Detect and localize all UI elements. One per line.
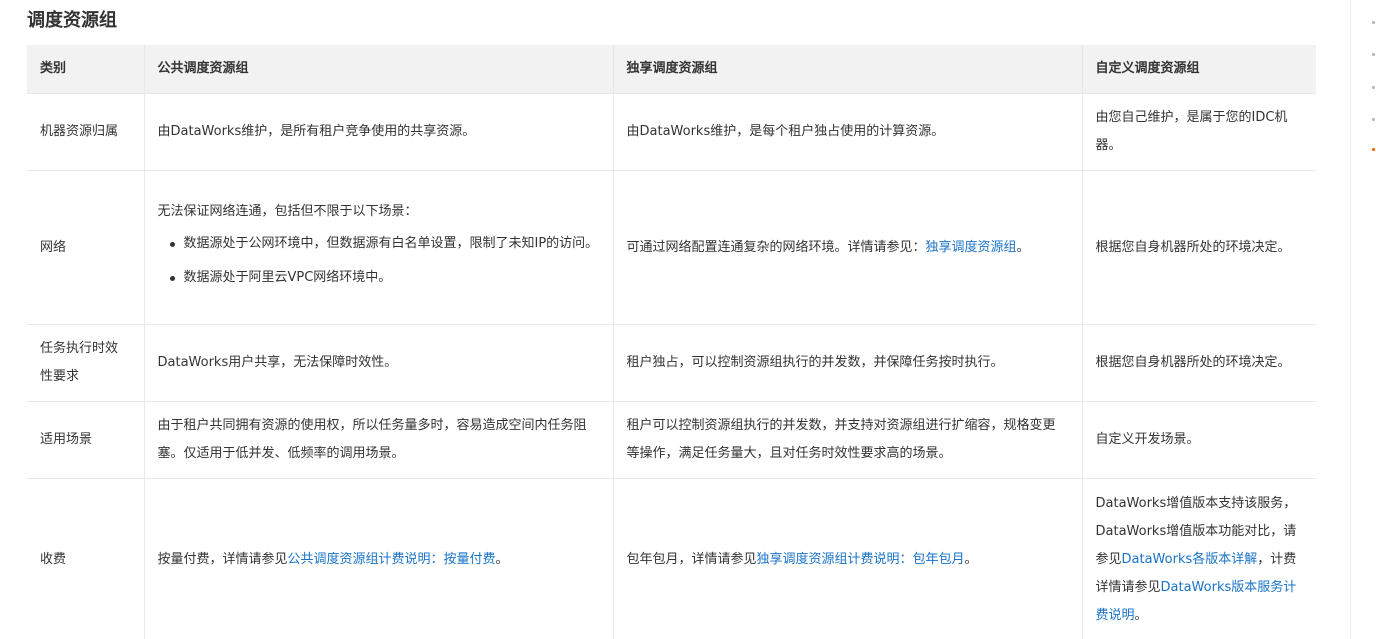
comparison-table: 类别 公共调度资源组 独享调度资源组 自定义调度资源组 机器资源归属 由Data… (27, 45, 1316, 639)
toc-rail (1350, 0, 1376, 639)
cell-custom: 根据您自身机器所处的环境决定。 (1082, 170, 1316, 325)
list-item: 数据源处于公网环境中，但数据源有白名单设置，限制了未知IP的访问。 (169, 230, 599, 258)
page: 调度资源组 类别 公共调度资源组 独享调度资源组 自定义调度资源组 机器资源归属… (0, 0, 1376, 639)
cell-category: 适用场景 (27, 401, 145, 479)
section-title: 调度资源组 (27, 10, 117, 31)
table-row: 任务执行时效性要求 DataWorks用户共享，无法保障时效性。 租户独占，可以… (27, 324, 1316, 402)
cell-text: 可通过网络配置连通复杂的网络环境。详情请参见： (626, 239, 926, 255)
cell-public: DataWorks用户共享，无法保障时效性。 (144, 324, 614, 402)
cell-text: 。 (495, 552, 509, 567)
header-custom: 自定义调度资源组 (1082, 45, 1316, 94)
cell-exclusive: 包年包月，详情请参见独享调度资源组计费说明：包年包月。 (613, 478, 1083, 639)
cell-text: 按量付费，详情请参见 (157, 552, 288, 567)
network-intro: 无法保证网络连通，包括但不限于以下场景： (157, 203, 418, 219)
cell-category: 网络 (27, 170, 145, 325)
cell-text: 包年包月，详情请参见 (626, 552, 757, 567)
cell-public: 按量付费，详情请参见公共调度资源组计费说明：按量付费。 (144, 478, 614, 639)
cell-custom: 根据您自身机器所处的环境决定。 (1082, 324, 1316, 402)
cell-category: 任务执行时效性要求 (27, 324, 145, 402)
toc-marker[interactable] (1372, 53, 1375, 56)
header-category: 类别 (27, 45, 145, 94)
cell-custom: 由您自己维护，是属于您的IDC机器。 (1082, 93, 1316, 171)
toc-marker[interactable] (1372, 118, 1375, 121)
toc-marker[interactable] (1372, 21, 1375, 24)
table-header-row: 类别 公共调度资源组 独享调度资源组 自定义调度资源组 (27, 45, 1316, 94)
cell-public: 由DataWorks维护，是所有租户竞争使用的共享资源。 (144, 93, 614, 171)
cell-text: 。 (1134, 608, 1148, 623)
cell-public: 由于租户共同拥有资源的使用权，所以任务量多时，容易造成空间内任务阻塞。仅适用于低… (144, 401, 614, 479)
network-bullet-list: 数据源处于公网环境中，但数据源有白名单设置，限制了未知IP的访问。 数据源处于阿… (158, 230, 599, 292)
header-exclusive: 独享调度资源组 (613, 45, 1083, 94)
cell-text: 。 (964, 552, 978, 567)
cell-custom: 自定义开发场景。 (1082, 401, 1316, 479)
exclusive-billing-link[interactable]: 独享调度资源组计费说明：包年包月 (757, 552, 965, 567)
cell-custom: DataWorks增值版本支持该服务，DataWorks增值版本功能对比，请参见… (1082, 478, 1316, 639)
cell-exclusive: 租户可以控制资源组执行的并发数，并支持对资源组进行扩缩容，规格变更等操作，满足任… (613, 401, 1083, 479)
table-row: 收费 按量付费，详情请参见公共调度资源组计费说明：按量付费。 包年包月，详情请参… (27, 478, 1316, 639)
list-item: 数据源处于阿里云VPC网络环境中。 (169, 264, 599, 292)
table-row: 网络 无法保证网络连通，包括但不限于以下场景： 数据源处于公网环境中，但数据源有… (27, 170, 1316, 325)
cell-category: 收费 (27, 478, 145, 639)
cell-public: 无法保证网络连通，包括但不限于以下场景： 数据源处于公网环境中，但数据源有白名单… (144, 170, 614, 325)
toc-marker-active[interactable] (1372, 148, 1375, 151)
exclusive-resource-group-link[interactable]: 独享调度资源组 (926, 240, 1017, 255)
table-row: 适用场景 由于租户共同拥有资源的使用权，所以任务量多时，容易造成空间内任务阻塞。… (27, 401, 1316, 479)
table-row: 机器资源归属 由DataWorks维护，是所有租户竞争使用的共享资源。 由Dat… (27, 93, 1316, 171)
public-billing-link[interactable]: 公共调度资源组计费说明：按量付费 (288, 552, 496, 567)
cell-text: 。 (1016, 239, 1030, 255)
toc-marker[interactable] (1372, 86, 1375, 89)
cell-exclusive: 可通过网络配置连通复杂的网络环境。详情请参见：独享调度资源组。 (613, 170, 1083, 325)
cell-category: 机器资源归属 (27, 93, 145, 171)
cell-exclusive: 租户独占，可以控制资源组执行的并发数，并保障任务按时执行。 (613, 324, 1083, 402)
cell-exclusive: 由DataWorks维护，是每个租户独占使用的计算资源。 (613, 93, 1083, 171)
header-public: 公共调度资源组 (144, 45, 614, 94)
editions-detail-link[interactable]: DataWorks各版本详解 (1122, 552, 1258, 567)
